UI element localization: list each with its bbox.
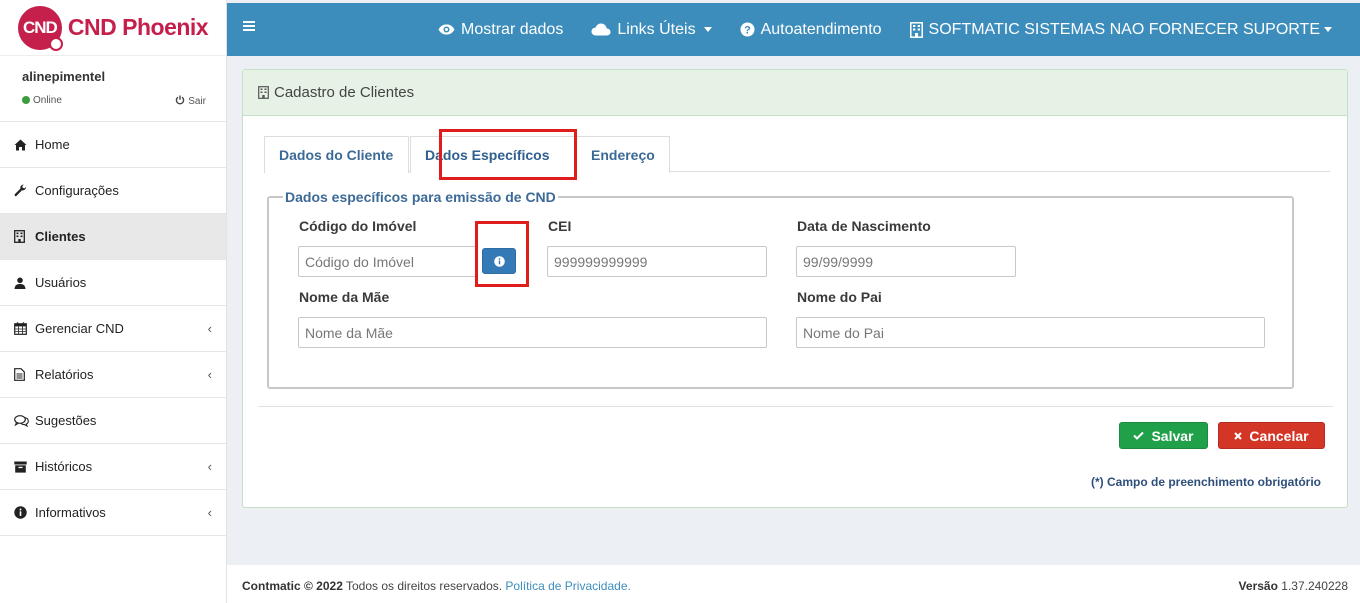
power-icon (176, 95, 185, 105)
company-dropdown[interactable]: SOFTMATIC SISTEMAS NAO FORNECER SUPORTE (909, 21, 1332, 39)
user-icon (14, 277, 35, 289)
sidebar-item-home[interactable]: Home (0, 122, 226, 168)
logout-link[interactable]: Sair (175, 95, 206, 107)
divider (258, 406, 1333, 407)
info-icon (14, 506, 35, 519)
svg-text:?: ? (744, 24, 751, 36)
useful-links-dropdown[interactable]: Links Úteis (591, 21, 712, 39)
version-number: 1.37.240228 (1281, 579, 1348, 593)
sidebar-item-clientes[interactable]: Clientes (0, 214, 226, 260)
menu-toggle-icon[interactable] (243, 18, 255, 36)
cloud-icon (591, 23, 611, 36)
birth-date-label: Data de Nascimento (797, 218, 931, 234)
footer-company: Contmatic © 2022 (242, 579, 343, 593)
cei-label: CEI (548, 218, 572, 234)
comments-icon (14, 414, 35, 427)
self-service-link[interactable]: ? Autoatendimento (740, 21, 882, 39)
top-navbar: Mostrar dados Links Úteis ? Autoatendime… (227, 0, 1360, 56)
cancel-button[interactable]: Cancelar (1218, 422, 1325, 449)
sidebar-item-sugestoes[interactable]: Sugestões (0, 398, 226, 444)
online-dot-icon (22, 96, 30, 104)
document-icon (14, 368, 35, 381)
property-code-label: Código do Imóvel (299, 218, 417, 234)
show-data-link[interactable]: Mostrar dados (438, 21, 563, 39)
highlight-box-tab (439, 129, 577, 180)
logo[interactable]: CND CND Phoenix (0, 0, 226, 56)
archive-icon (14, 461, 35, 473)
caret-down-icon (703, 27, 712, 32)
footer: Contmatic © 2022 Todos os direitos reser… (227, 565, 1360, 603)
sidebar: CND CND Phoenix alinepimentel Online Sai… (0, 0, 227, 603)
chevron-left-icon: ‹ (207, 321, 212, 336)
client-registration-panel: Cadastro de Clientes Dados do Cliente Da… (242, 69, 1348, 508)
birth-date-input[interactable] (796, 246, 1016, 277)
father-name-label: Nome do Pai (797, 289, 882, 305)
property-code-input[interactable] (298, 246, 478, 277)
sidebar-item-historicos[interactable]: Históricos ‹ (0, 444, 226, 490)
mother-name-label: Nome da Mãe (299, 289, 390, 305)
tabs: Dados do Cliente Dados Específicos Ender… (264, 136, 1330, 173)
user-name: alinepimentel (22, 69, 106, 84)
check-icon (1133, 431, 1145, 440)
question-circle-icon: ? (740, 22, 755, 37)
logo-text: CND Phoenix (67, 14, 209, 40)
footer-rights: Todos os direitos reservados. (346, 579, 503, 593)
cnd-specific-fieldset: Dados específicos para emissão de CND Có… (267, 189, 1294, 389)
father-name-input[interactable] (796, 317, 1265, 348)
sidebar-item-gerenciar-cnd[interactable]: Gerenciar CND ‹ (0, 306, 226, 352)
fieldset-legend: Dados específicos para emissão de CND (283, 189, 558, 205)
sidebar-item-informativos[interactable]: Informativos ‹ (0, 490, 226, 536)
panel-title: Cadastro de Clientes (274, 84, 415, 101)
sidebar-item-relatorios[interactable]: Relatórios ‹ (0, 352, 226, 398)
chevron-left-icon: ‹ (207, 367, 212, 382)
close-icon (1234, 431, 1243, 440)
building-icon (14, 230, 35, 243)
home-icon (14, 139, 35, 151)
version-label: Versão (1238, 579, 1278, 593)
wrench-icon (14, 184, 35, 197)
required-field-note: (*) Campo de preenchimento obrigatório (1090, 475, 1321, 489)
building-icon (258, 86, 269, 99)
cei-input[interactable] (547, 246, 767, 277)
tab-endereco[interactable]: Endereço (576, 136, 670, 173)
chevron-left-icon: ‹ (207, 505, 212, 520)
eye-icon (438, 24, 455, 35)
logo-badge-icon: CND (17, 5, 63, 51)
sidebar-item-configuracoes[interactable]: Configurações (0, 168, 226, 214)
tab-dados-do-cliente[interactable]: Dados do Cliente (264, 136, 409, 173)
save-button[interactable]: Salvar (1119, 422, 1208, 449)
mother-name-input[interactable] (298, 317, 767, 348)
caret-down-icon (1324, 27, 1332, 32)
highlight-box-info-button (475, 221, 529, 287)
user-panel: alinepimentel Online Sair (0, 56, 226, 122)
chevron-left-icon: ‹ (207, 459, 212, 474)
privacy-policy-link[interactable]: Política de Privacidade. (505, 579, 630, 593)
panel-header: Cadastro de Clientes (243, 70, 1347, 116)
logo-badge-text: CND (22, 17, 58, 37)
online-status: Online (22, 95, 62, 107)
calendar-icon (14, 322, 35, 335)
building-icon (909, 21, 923, 38)
sidebar-item-usuarios[interactable]: Usuários (0, 260, 226, 306)
